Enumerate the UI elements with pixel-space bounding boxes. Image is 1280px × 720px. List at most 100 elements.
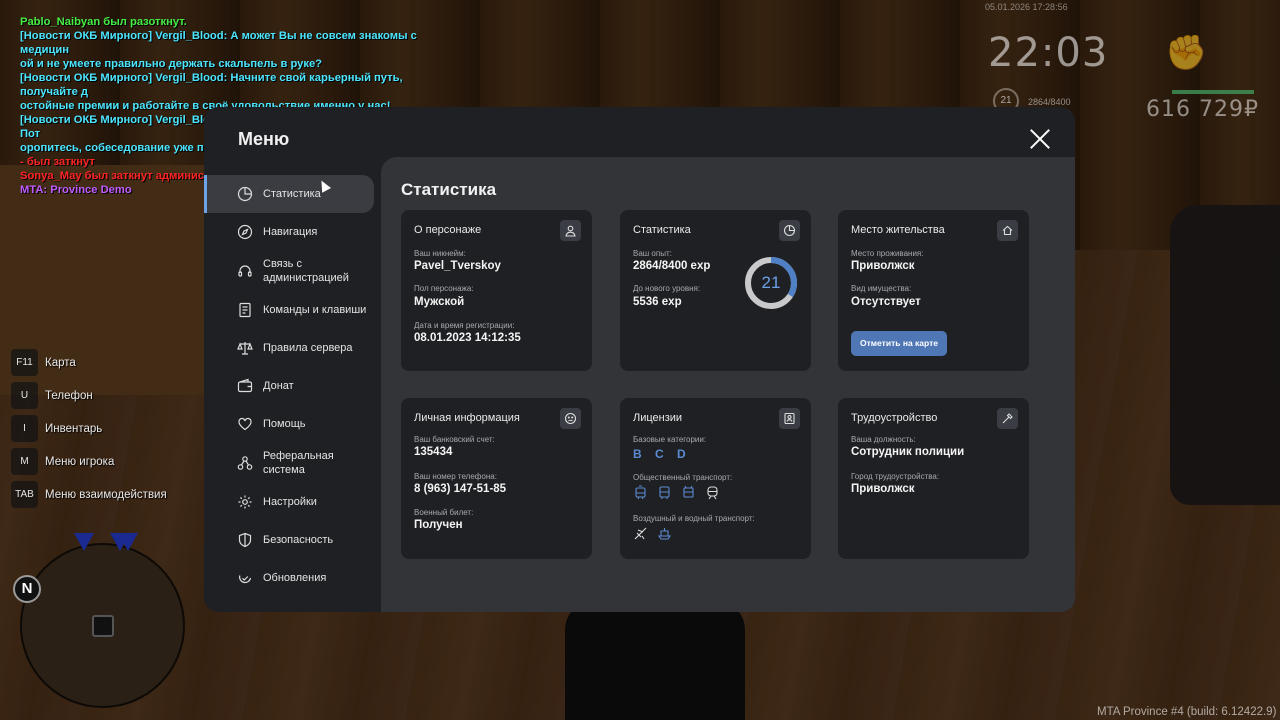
page-title: Статистика: [401, 180, 497, 199]
face-icon: [560, 408, 581, 429]
field-label: До нового уровня:: [633, 284, 701, 293]
train-icon: [707, 486, 718, 500]
hammer-icon: [997, 408, 1018, 429]
minimap: [20, 543, 185, 708]
key-label: Карта: [45, 356, 76, 369]
field-label: Город трудоустройства:: [851, 472, 940, 481]
card-title: Статистика: [633, 224, 691, 236]
key-hint-interaction-menu: TAB Меню взаимодействия: [11, 478, 167, 511]
card-title: Личная информация: [414, 412, 520, 424]
key-hint-map: F11 Карта: [11, 346, 167, 379]
field-label: Место проживания:: [851, 249, 924, 258]
headset-icon: [237, 263, 253, 279]
field-label: Базовые категории:: [633, 435, 707, 444]
fist-icon: ✊: [1165, 34, 1208, 72]
nav-item-help[interactable]: Помощь: [204, 405, 381, 443]
mark-on-map-button[interactable]: Отметить на карте: [851, 331, 947, 356]
nav-label: Команды и клавиши: [263, 304, 367, 316]
network-icon: [237, 455, 253, 471]
field-label: Ваш никнейм:: [414, 249, 466, 258]
field-value: 2864/8400 exp: [633, 260, 711, 272]
scales-icon: [237, 340, 253, 356]
chat-line: [Новости ОКБ Мирного] Vergil_Blood: А мо…: [20, 30, 417, 56]
field-value: Приволжск: [851, 260, 915, 272]
gear-icon: [237, 494, 253, 510]
map-waypoint-icon: [74, 533, 94, 551]
field-value: Сотрудник полиции: [851, 446, 965, 458]
player-marker: [92, 615, 114, 637]
hud-datetime: 05.01.2026 17:28:56: [985, 2, 1068, 12]
nav-item-security[interactable]: Безопасность: [204, 521, 381, 559]
level-number: 21: [761, 273, 781, 292]
nav-item-referral[interactable]: Реферальная система: [204, 443, 381, 483]
key-hint-phone: U Телефон: [11, 379, 167, 412]
card-statistics: Статистика Ваш опыт: 2864/8400 exp До но…: [620, 210, 811, 371]
user-icon: [560, 220, 581, 241]
refresh-check-icon: [237, 570, 253, 586]
field-value: 135434: [414, 446, 453, 458]
field-value: Мужской: [414, 296, 465, 308]
chat-line: ой и не умеете правильно держать скальпе…: [20, 58, 323, 70]
nav-label: Настройки: [263, 496, 317, 508]
north-icon: N: [13, 575, 41, 603]
home-icon: [997, 220, 1018, 241]
card-licenses: Лицензии Базовые категории: B C D Общест…: [620, 398, 811, 559]
field-label: Дата и время регистрации:: [414, 321, 515, 330]
id-card-icon: [779, 408, 800, 429]
nav-item-commands[interactable]: Команды и клавиши: [204, 291, 381, 329]
key-label: Инвентарь: [45, 422, 103, 435]
card-title: Трудоустройство: [851, 412, 938, 424]
nav-item-settings[interactable]: Настройки: [204, 483, 381, 521]
card-title: Лицензии: [633, 412, 683, 424]
heart-hand-icon: [237, 416, 253, 432]
trolleybus-icon: [683, 485, 694, 498]
nav-label: Статистика: [263, 188, 321, 200]
shield-icon: [237, 532, 253, 548]
field-value: Pavel_Tverskoy: [414, 260, 501, 272]
card-character: О персонаже Ваш никнейм: Pavel_Tverskoy …: [401, 210, 592, 371]
nav-label: Связь с администрацией: [263, 258, 349, 284]
key-cap: I: [11, 415, 38, 442]
key-hints: F11 Карта U Телефон I Инвентарь M Меню и…: [11, 346, 167, 511]
hud-exp: 2864/8400: [1028, 97, 1071, 107]
key-hint-player-menu: M Меню игрока: [11, 445, 167, 478]
field-value: 8 (963) 147-51-85: [414, 483, 507, 495]
nav-label: Помощь: [263, 418, 306, 430]
field-label: Общественный транспорт:: [633, 473, 733, 482]
nav-item-updates[interactable]: Обновления: [204, 559, 381, 597]
close-icon[interactable]: [1028, 127, 1052, 151]
nav-label: Обновления: [263, 572, 327, 584]
map-waypoint-icon: [118, 533, 138, 551]
player-menu-window: Меню Статистика Навигация Связь с админи…: [204, 107, 1075, 612]
chat-line: [Новости ОКБ Мирного] Vergil_Blood: Начн…: [20, 72, 403, 98]
field-label: Пол персонажа:: [414, 284, 474, 293]
nav-item-admin-contact[interactable]: Связь с администрацией: [204, 251, 381, 291]
hud-money: 616 729₽: [1146, 97, 1259, 122]
card-personal-info: Личная информация Ваш банковский счет: 1…: [401, 398, 592, 559]
statistics-panel: Статистика О персонаже Ваш никнейм: Pave…: [381, 157, 1075, 612]
nav-item-statistics[interactable]: Статистика: [204, 175, 374, 213]
menu-title: Меню: [238, 129, 290, 149]
field-label: Ваша должность:: [851, 435, 916, 444]
nav-item-rules[interactable]: Правила сервера: [204, 329, 381, 367]
field-label: Воздушный и водный транспорт:: [633, 514, 755, 523]
card-title: О персонаже: [414, 224, 482, 236]
field-value: Отсутствует: [851, 296, 921, 308]
field-label: Ваш номер телефона:: [414, 472, 497, 481]
air-water-licenses: [633, 526, 672, 541]
tram-icon: [635, 485, 646, 500]
key-label: Меню взаимодействия: [45, 488, 167, 501]
field-label: Военный билет:: [414, 508, 474, 517]
hud-health-bar: [1172, 90, 1254, 94]
wallet-icon: [237, 378, 253, 394]
card-residence: Место жительства Место проживания: Приво…: [838, 210, 1029, 371]
menu-sidebar: Статистика Навигация Связь с администрац…: [204, 175, 381, 597]
pie-chart-icon: [779, 220, 800, 241]
key-cap: TAB: [11, 481, 38, 508]
key-cap: U: [11, 382, 38, 409]
nav-item-donate[interactable]: Донат: [204, 367, 381, 405]
field-value: 08.01.2023 14:12:35: [414, 332, 521, 344]
nav-item-navigation[interactable]: Навигация: [204, 213, 381, 251]
nav-label: Реферальная система: [263, 450, 334, 476]
nav-label: Безопасность: [263, 534, 334, 546]
